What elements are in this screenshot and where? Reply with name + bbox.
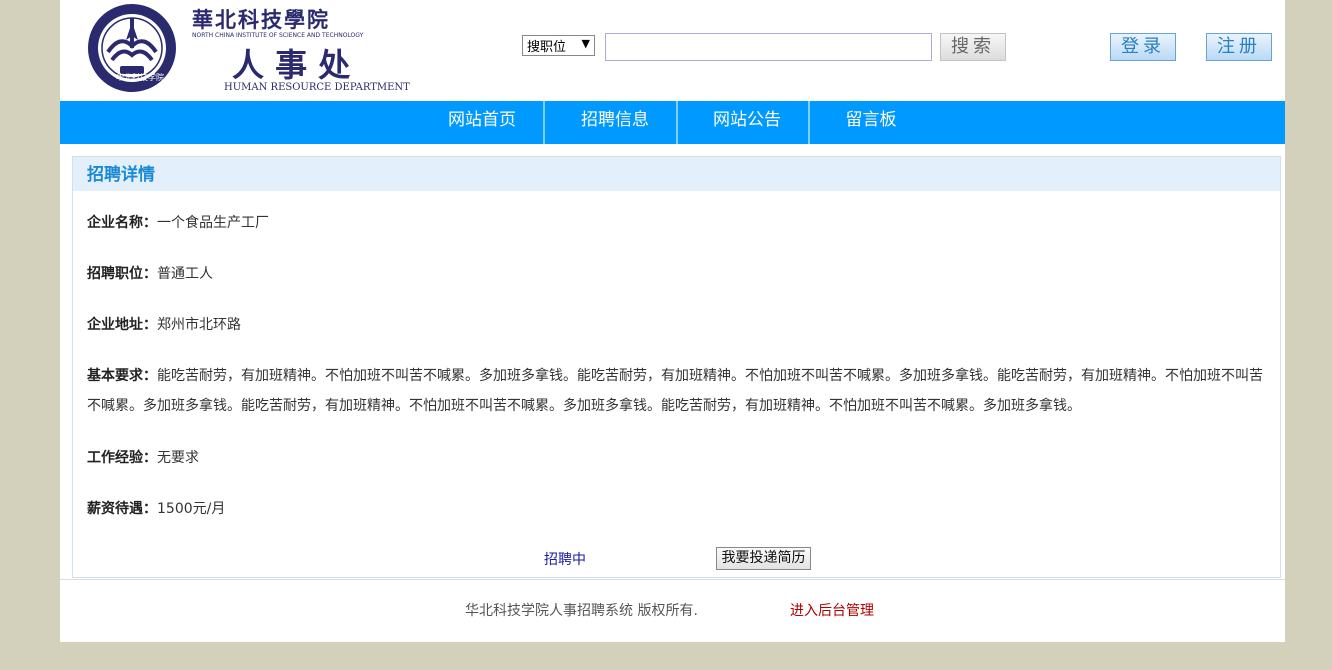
admin-link[interactable]: 进入后台管理: [790, 600, 874, 620]
field-position: 招聘职位：普通工人: [87, 259, 1267, 289]
field-company-name: 企业名称：一个食品生产工厂: [87, 208, 1267, 238]
nav-divider: [808, 101, 810, 144]
field-value: 1500元/月: [157, 501, 226, 517]
page: 华北科技学院 華北科技學院 NORTH CHINA INSTITUTE OF S…: [60, 0, 1285, 642]
job-detail-panel: 招聘详情 企业名称：一个食品生产工厂 招聘职位：普通工人 企业地址：郑州市北环路…: [72, 156, 1281, 578]
field-salary: 薪资待遇：1500元/月: [87, 494, 1267, 524]
dept-name-en: HUMAN RESOURCE DEPARTMENT: [224, 82, 410, 93]
field-value: 能吃苦耐劳，有加班精神。不怕加班不叫苦不喊累。多加班多拿钱。能吃苦耐劳，有加班精…: [87, 368, 1263, 414]
login-button[interactable]: 登录: [1110, 33, 1176, 61]
field-label: 企业名称：: [87, 215, 157, 231]
field-label: 企业地址：: [87, 317, 157, 333]
nav-item-jobs[interactable]: 招聘信息: [565, 101, 665, 144]
dept-name-cn: 人 事 处: [232, 46, 351, 84]
site-logo[interactable]: 华北科技学院 華北科技學院 NORTH CHINA INSTITUTE OF S…: [86, 0, 436, 96]
dropdown-arrow-icon: ▼: [581, 37, 590, 50]
field-label: 工作经验：: [87, 450, 157, 466]
field-value: 一个食品生产工厂: [157, 215, 269, 231]
nav-divider: [543, 101, 545, 144]
panel-title: 招聘详情: [73, 157, 1280, 191]
copyright-text: 华北科技学院人事招聘系统 版权所有.: [465, 603, 698, 619]
seal-label: 华北科技学院: [116, 73, 164, 82]
field-value: 普通工人: [157, 266, 213, 282]
search-button[interactable]: 搜索: [940, 33, 1006, 61]
nav-item-home[interactable]: 网站首页: [432, 101, 532, 144]
search-type-select[interactable]: 搜职位 ▼: [522, 35, 595, 56]
field-label: 招聘职位：: [87, 266, 157, 282]
submit-resume-button[interactable]: 我要投递简历: [716, 547, 811, 570]
nav-item-notices[interactable]: 网站公告: [697, 101, 797, 144]
main-nav: 网站首页 招聘信息 网站公告 留言板: [60, 101, 1285, 144]
search-type-value: 搜职位: [527, 40, 567, 55]
college-name-cn: 華北科技學院: [192, 7, 330, 32]
field-value: 无要求: [157, 450, 199, 466]
footer-divider: [60, 579, 1285, 580]
search-input[interactable]: [605, 33, 932, 61]
header: 华北科技学院 華北科技學院 NORTH CHINA INSTITUTE OF S…: [60, 0, 1285, 101]
field-value: 郑州市北环路: [157, 317, 241, 333]
field-label: 基本要求：: [87, 368, 157, 384]
job-status: 招聘中: [544, 552, 586, 568]
field-requirements: 基本要求：能吃苦耐劳，有加班精神。不怕加班不叫苦不喊累。多加班多拿钱。能吃苦耐劳…: [87, 361, 1267, 421]
field-experience: 工作经验：无要求: [87, 443, 1267, 473]
nav-item-guestbook[interactable]: 留言板: [821, 101, 921, 144]
field-address: 企业地址：郑州市北环路: [87, 310, 1267, 340]
field-label: 薪资待遇：: [87, 501, 157, 517]
nav-divider: [676, 101, 678, 144]
college-name-en: NORTH CHINA INSTITUTE OF SCIENCE AND TEC…: [192, 32, 364, 39]
register-button[interactable]: 注册: [1206, 33, 1272, 61]
